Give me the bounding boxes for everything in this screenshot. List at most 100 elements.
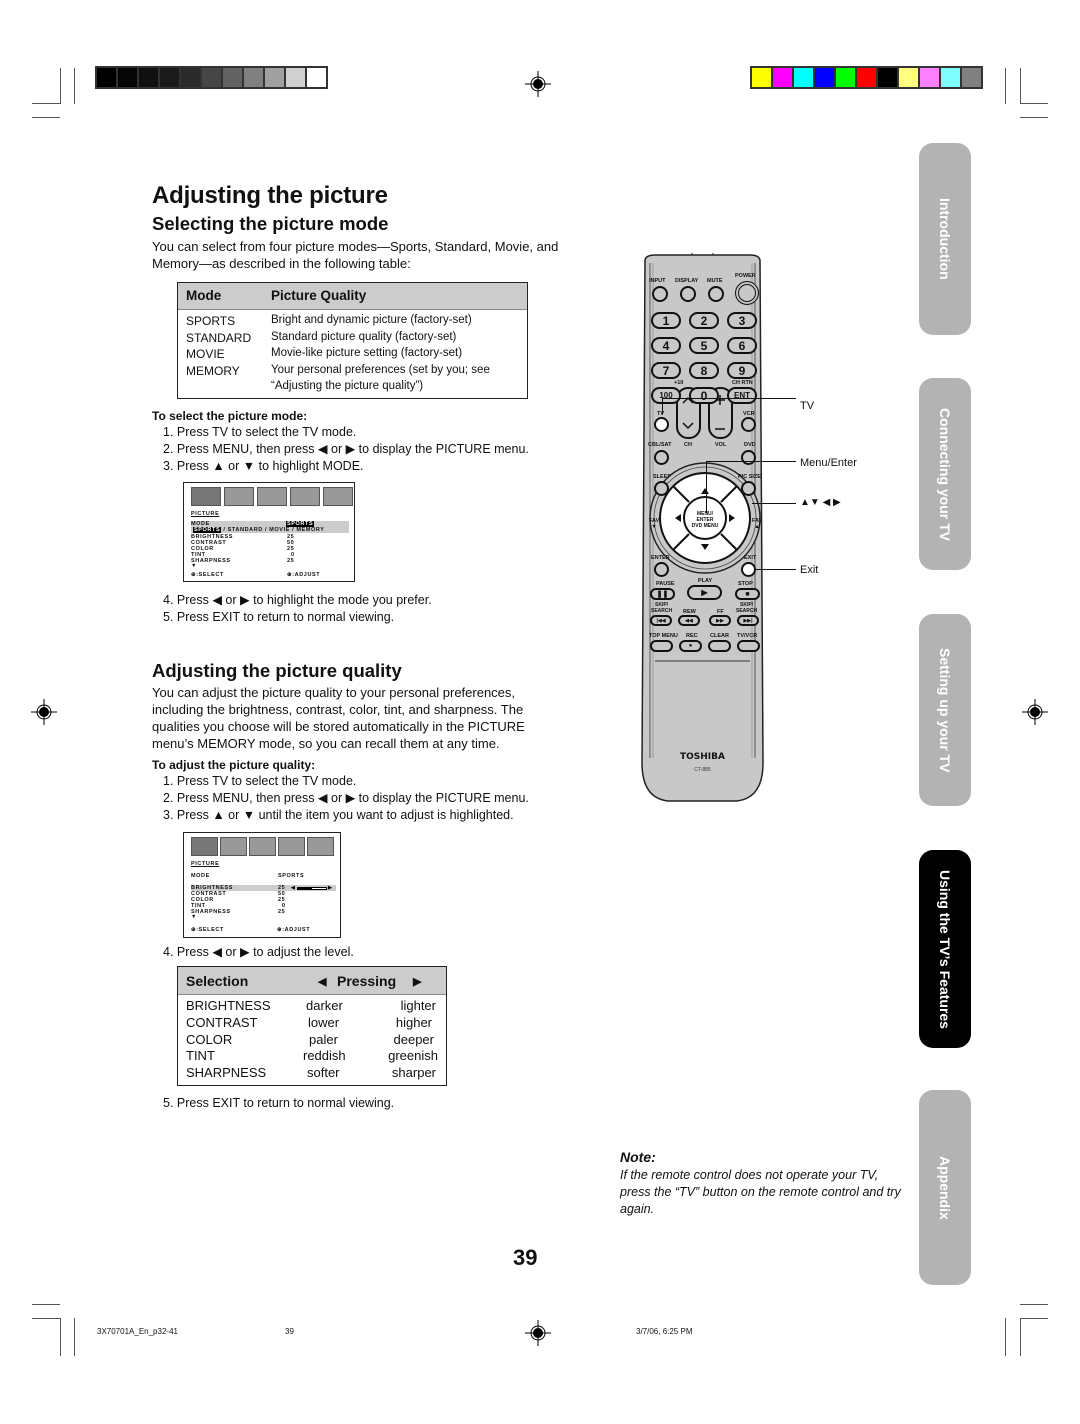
digit-button-6[interactable]: 6 (727, 337, 757, 354)
color-swatch (244, 68, 263, 87)
applications-menu-icon (278, 837, 305, 856)
vcr-button[interactable] (741, 417, 756, 432)
setup-menu-icon (257, 487, 287, 506)
table-row: MOVIE Movie-like picture setting (factor… (178, 346, 527, 363)
color-swatch (920, 68, 939, 87)
model-number: CT-885 (694, 767, 711, 773)
procedure-title-select-mode: To select the picture mode: (152, 409, 308, 423)
registration-mark-icon (525, 1320, 551, 1346)
digit-button-3[interactable]: 3 (727, 312, 757, 329)
osd-mode-row: MODE SPORTS SPORTS / STANDARD / MOVIE / … (191, 521, 349, 533)
digit-button-2[interactable]: 2 (689, 312, 719, 329)
clear-label: CLEAR (710, 633, 729, 639)
footer-timestamp: 3/7/06, 6:25 PM (636, 1327, 693, 1336)
dvd-label: DVD (744, 442, 756, 448)
side-tab-setting-up[interactable]: Setting up your TV (919, 614, 971, 806)
dvd-button[interactable] (741, 450, 756, 465)
rewind-button[interactable]: ◀◀ (678, 615, 700, 626)
step: 3. Press ▲ or ▼ until the item you want … (163, 808, 514, 822)
volume-rocker[interactable] (709, 388, 732, 438)
color-swatch (97, 68, 116, 87)
tv-button[interactable] (654, 417, 669, 432)
menu-enter-button[interactable]: MENU/ ENTER DVD MENU (687, 511, 723, 529)
crop-mark (32, 103, 60, 104)
page-number: 39 (513, 1245, 538, 1270)
cbl-sat-button[interactable] (654, 450, 669, 465)
digit-button-1[interactable]: 1 (651, 312, 681, 329)
mode-cell: STANDARD (186, 330, 252, 345)
pause-label: PAUSE (656, 581, 675, 587)
tv-vcr-button[interactable] (737, 640, 760, 652)
column-header-pressing: Pressing (337, 973, 397, 989)
table-row: MEMORY Your personal preferences (set by… (178, 363, 527, 380)
crop-mark (1020, 103, 1048, 104)
input-button[interactable] (652, 286, 668, 302)
osd-select-hint: ⊕:SELECT (191, 927, 224, 933)
power-button[interactable] (735, 281, 759, 305)
crop-mark (60, 1318, 61, 1356)
crop-mark (32, 1304, 60, 1305)
side-tab-connecting[interactable]: Connecting your TV (919, 378, 971, 570)
top-menu-button[interactable] (650, 640, 673, 652)
picture-menu-icon (191, 837, 218, 856)
digit-button-8[interactable]: 8 (689, 362, 719, 379)
callout-line-exit (756, 569, 796, 570)
section-heading-picture-quality: Adjusting the picture quality (152, 660, 402, 681)
osd-picture-menu-adjust: PICTURE MODE SPORTS BRIGHTNESS 25 ◀ ▶ CONT… (183, 832, 341, 938)
enter-button[interactable] (654, 562, 669, 577)
registration-mark-icon (525, 71, 551, 97)
lock-menu-icon (307, 837, 334, 856)
column-header-selection: Selection (186, 973, 249, 989)
step: 2. Press MENU, then press ◀ or ▶ to disp… (163, 442, 529, 456)
exit-button[interactable] (741, 562, 756, 577)
picture-mode-table: Mode Picture Quality SPORTS Bright and d… (177, 282, 528, 399)
skip-forward-button[interactable]: ▶▶| (737, 615, 759, 626)
quality-cell: Standard picture quality (factory-set) (271, 330, 457, 343)
crop-mark (1020, 68, 1021, 104)
osd-more-arrow: ▼ (191, 563, 198, 569)
section-heading-picture-mode: Selecting the picture mode (152, 213, 389, 234)
quality-cell: “Adjusting the picture quality”) (271, 380, 424, 392)
table-row: SHARPNESS softer sharper (186, 1065, 436, 1081)
digit-button-4[interactable]: 4 (651, 337, 681, 354)
selection-pressing-table: Selection ◀ Pressing ▶ BRIGHTNESS darker l… (177, 966, 447, 1086)
picture-menu-icon (191, 487, 221, 506)
color-swatch (836, 68, 855, 87)
brightness-level-bar: ◀ ▶ (291, 884, 333, 891)
callout-line-tv (662, 398, 796, 399)
color-swatch (160, 68, 179, 87)
channel-rocker[interactable] (677, 388, 700, 438)
callout-line-menu (706, 461, 796, 462)
callout-menu-enter: Menu/Enter (800, 457, 857, 469)
play-button[interactable]: ▶ (687, 585, 722, 600)
skip-back-button[interactable]: |◀◀ (650, 615, 672, 626)
clear-button[interactable] (708, 640, 731, 652)
digit-button-9[interactable]: 9 (727, 362, 757, 379)
display-button[interactable] (680, 286, 696, 302)
section1-intro: You can select from four picture modes—S… (152, 239, 559, 271)
callout-line-menu-vertical (706, 461, 707, 513)
color-swatch (265, 68, 284, 87)
quality-cell: Your personal preferences (set by you; s… (271, 363, 490, 376)
side-tab-introduction[interactable]: Introduction (919, 143, 971, 335)
side-tab-using-features[interactable]: Using the TV’s Features (919, 850, 971, 1048)
steps-select-mode-continued: 4. Press ◀ or ▶ to highlight the mode yo… (163, 592, 432, 626)
osd-mode-options: / STANDARD / MOVIE / MEMORY (221, 526, 325, 533)
rec-button[interactable]: ● (679, 640, 702, 652)
table-row: SPORTS Bright and dynamic picture (facto… (178, 313, 527, 330)
exit-label: EXIT (744, 555, 757, 561)
section2-intro: You can adjust the picture quality to yo… (152, 685, 525, 751)
osd-menu-icons (191, 487, 353, 506)
digit-button-7[interactable]: 7 (651, 362, 681, 379)
fast-forward-button[interactable]: ▶▶ (709, 615, 731, 626)
callout-arrows: ▲▼ ◀ ▶ (800, 497, 841, 508)
mode-cell: MEMORY (186, 363, 240, 378)
digit-button-5[interactable]: 5 (689, 337, 719, 354)
stop-button[interactable]: ■ (735, 588, 760, 600)
note-body: If the remote control does not operate y… (620, 1168, 901, 1216)
color-swatch (941, 68, 960, 87)
pause-button[interactable]: ❚❚ (650, 588, 675, 600)
mute-button[interactable] (708, 286, 724, 302)
side-tab-appendix[interactable]: Appendix (919, 1090, 971, 1285)
crop-mark (1005, 68, 1006, 104)
